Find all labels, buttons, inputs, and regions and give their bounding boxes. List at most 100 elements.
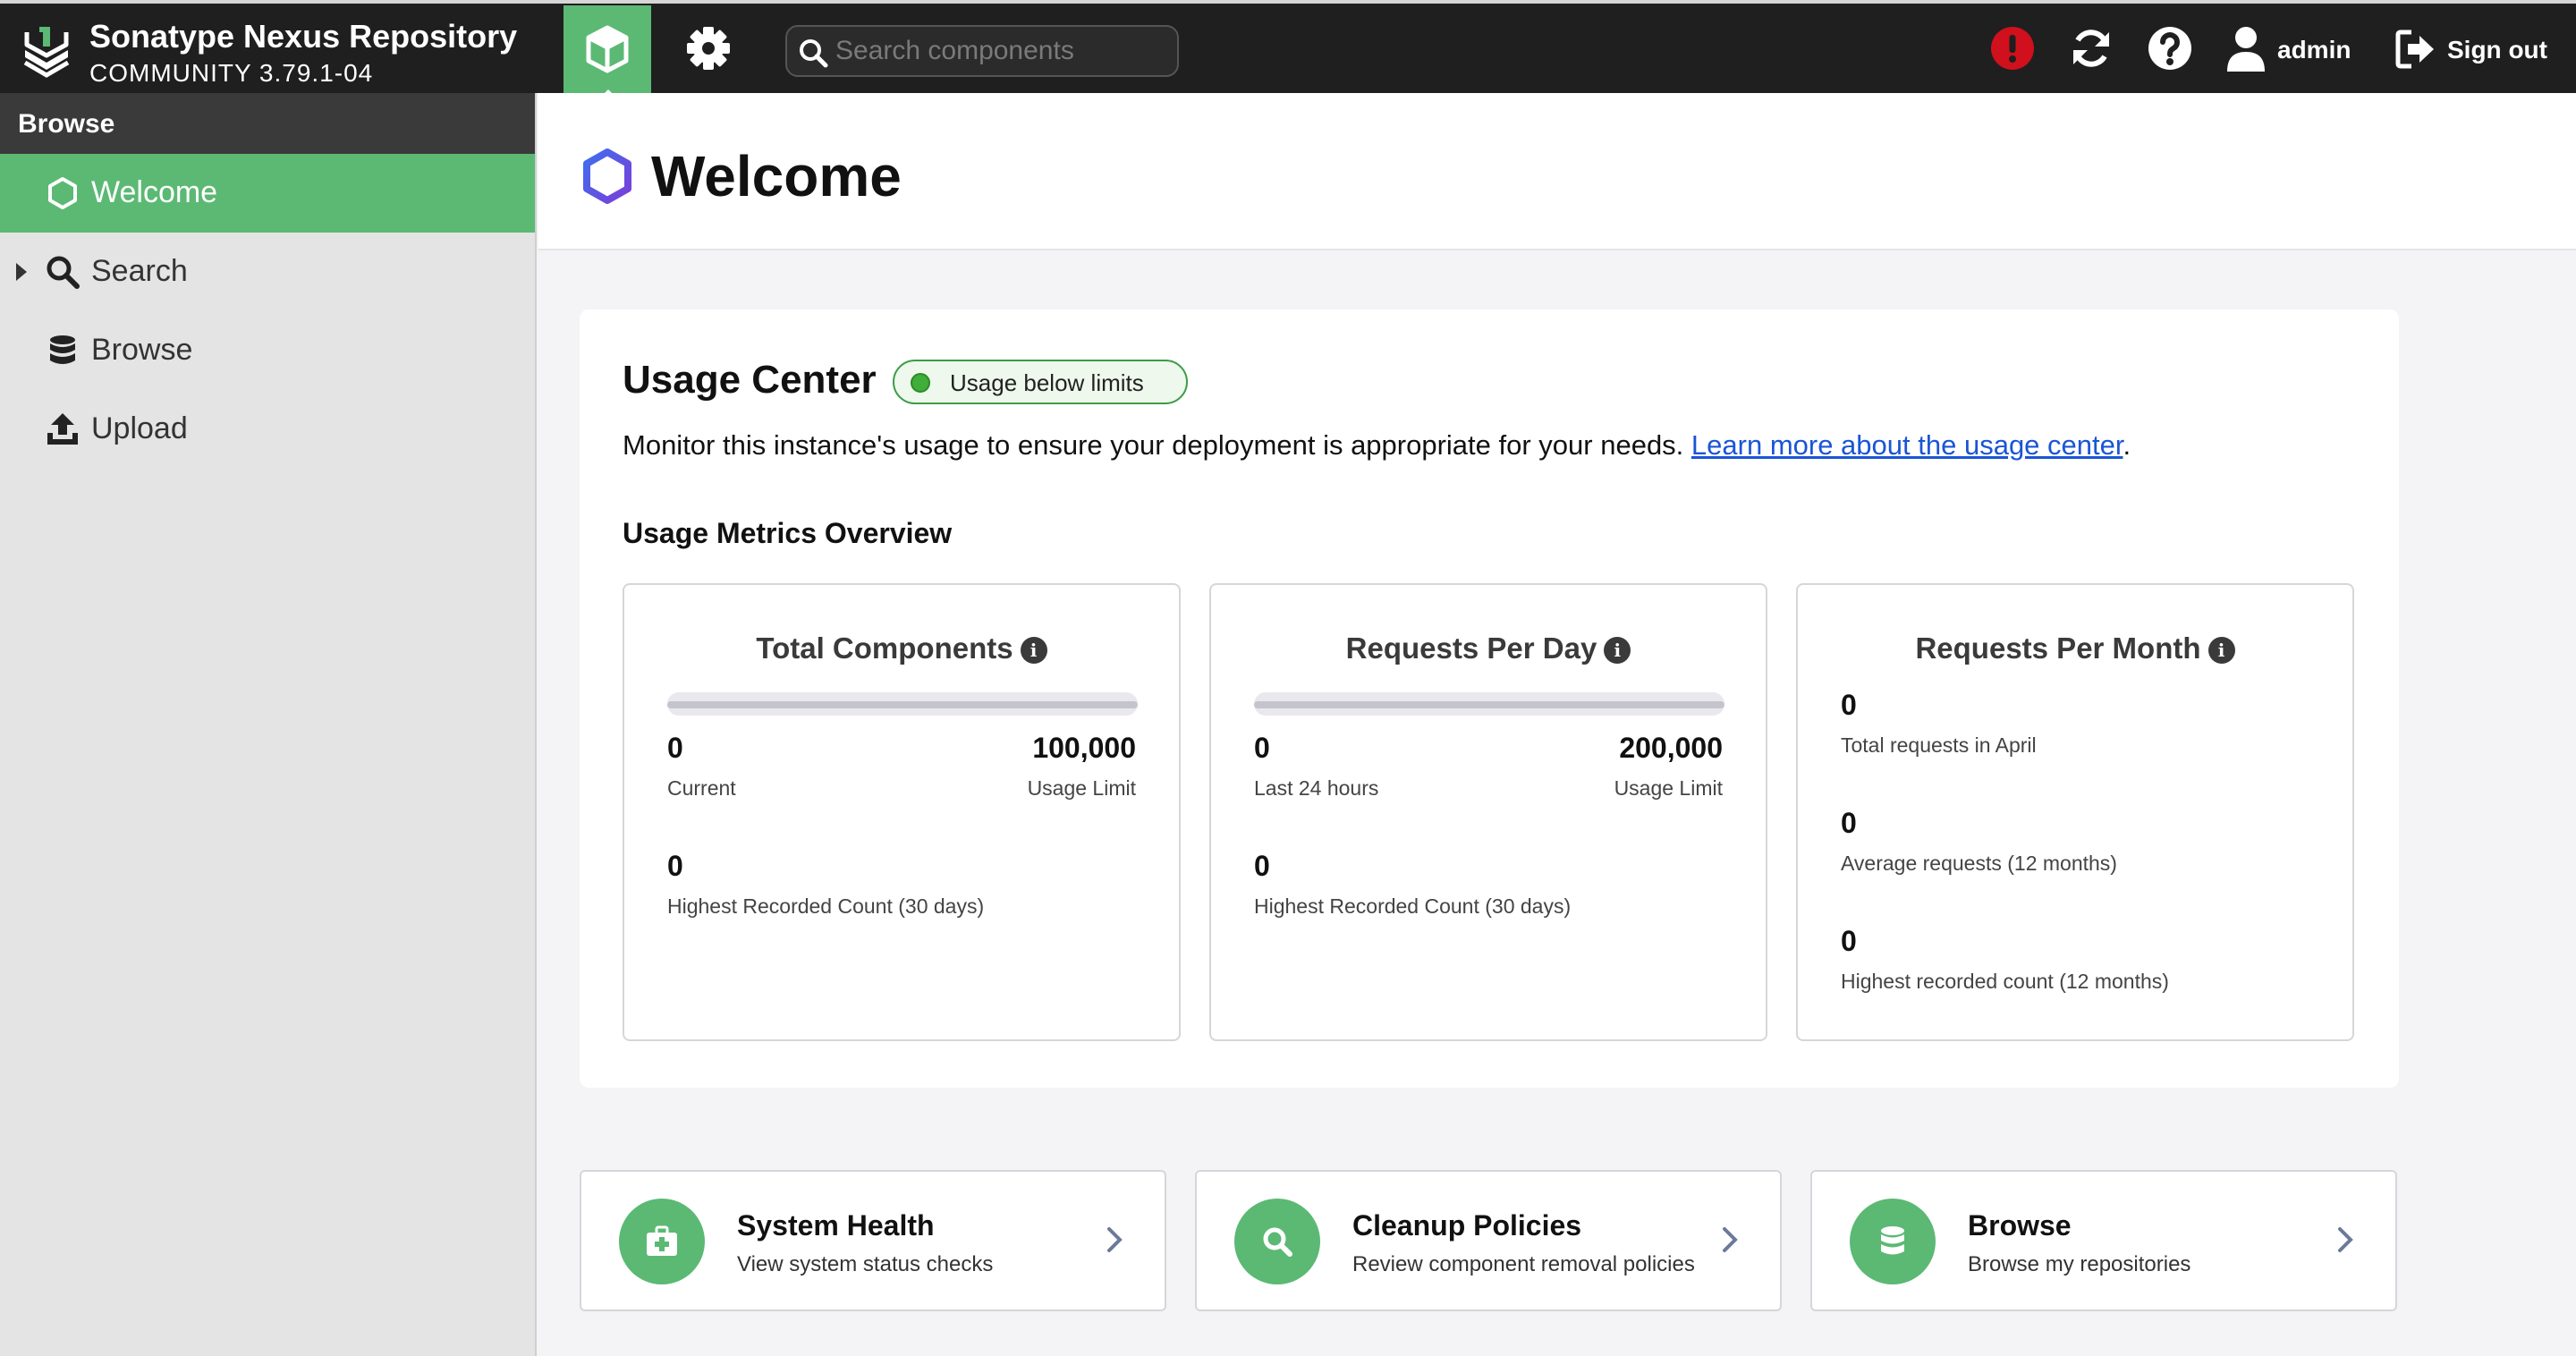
metric-title-text: Requests Per Day — [1345, 631, 1597, 665]
cube-icon — [586, 25, 629, 73]
limit-value: 200,000 — [1619, 732, 1723, 764]
shortcut-subtitle: Browse my repositories — [1968, 1252, 2191, 1276]
limit-value: 100,000 — [1032, 732, 1136, 764]
usage-progress-bar — [1254, 692, 1724, 716]
info-icon[interactable]: i — [1020, 637, 1047, 664]
current-value: 0 — [667, 732, 683, 764]
search-input[interactable] — [835, 34, 1166, 68]
main-content: Welcome Usage Center Usage below limits … — [538, 93, 2576, 1356]
app-version: COMMUNITY 3.79.1-04 — [89, 59, 374, 87]
sidebar-item-label: Welcome — [91, 175, 218, 209]
usage-progress-bar — [667, 692, 1138, 716]
highest-value: 0 — [1254, 850, 1270, 882]
average-requests-label: Average requests (12 months) — [1841, 852, 2117, 875]
page-header: Welcome — [538, 93, 2576, 250]
app-name: Sonatype Nexus Repository — [89, 18, 518, 55]
chevron-right-icon — [2338, 1227, 2353, 1252]
brand[interactable]: Sonatype Nexus Repository COMMUNITY 3.79… — [20, 16, 538, 88]
sidebar-item-upload[interactable]: Upload — [0, 390, 535, 469]
sign-out-icon — [2395, 30, 2434, 69]
hexagon-icon — [48, 177, 77, 209]
sidebar-item-label: Browse — [91, 333, 193, 367]
sidebar-item-search[interactable]: Search — [0, 233, 535, 311]
expand-arrow-icon[interactable] — [16, 263, 27, 281]
shortcut-icon-circle — [619, 1199, 705, 1284]
shortcut-browse[interactable]: Browse Browse my repositories — [1810, 1170, 2397, 1311]
nexus-logo-icon — [23, 27, 70, 78]
search-icon — [47, 256, 80, 289]
shortcut-icon-circle — [1850, 1199, 1936, 1284]
help-icon[interactable] — [2147, 25, 2193, 72]
shortcut-title: System Health — [737, 1209, 935, 1242]
current-label: Current — [667, 776, 736, 800]
sidebar-item-welcome[interactable]: Welcome — [0, 154, 535, 233]
progress-track — [1254, 701, 1724, 708]
status-dot-icon — [911, 373, 930, 393]
shortcut-title: Browse — [1968, 1209, 2072, 1242]
chevron-right-icon — [1723, 1227, 1738, 1252]
sidebar-header: Browse — [0, 93, 535, 154]
current-label: Last 24 hours — [1254, 776, 1379, 800]
shortcut-cleanup-policies[interactable]: Cleanup Policies Review component remova… — [1195, 1170, 1782, 1311]
highest-label: Highest Recorded Count (30 days) — [1254, 894, 1572, 918]
highest-monthly-label: Highest recorded count (12 months) — [1841, 970, 2169, 993]
hexagon-icon — [583, 148, 631, 204]
sign-out-label: Sign out — [2447, 36, 2547, 64]
monthly-total-value: 0 — [1841, 689, 1857, 721]
metric-title: Requests Per Month i — [1798, 631, 2352, 665]
description-text: Monitor this instance's usage to ensure … — [623, 429, 1684, 461]
highest-monthly-value: 0 — [1841, 925, 1857, 957]
usage-center-description: Monitor this instance's usage to ensure … — [623, 429, 2131, 462]
first-aid-kit-icon — [647, 1225, 677, 1256]
shortcut-title: Cleanup Policies — [1352, 1209, 1582, 1242]
sidebar-item-browse[interactable]: Browse — [0, 311, 535, 390]
info-icon[interactable]: i — [1604, 637, 1631, 664]
metric-title: Requests Per Day i — [1211, 631, 1766, 665]
page-title: Welcome — [651, 144, 902, 208]
shortcut-system-health[interactable]: System Health View system status checks — [580, 1170, 1166, 1311]
metric-card-requests-per-month: Requests Per Month i 0 Total requests in … — [1796, 583, 2354, 1041]
sign-out-button[interactable]: Sign out — [2395, 25, 2556, 75]
metric-title-text: Requests Per Month — [1915, 631, 2201, 665]
info-icon[interactable]: i — [2207, 637, 2235, 664]
sidebar-item-label: Upload — [91, 411, 188, 445]
upload-icon — [47, 413, 78, 445]
learn-more-link[interactable]: Learn more about the usage center — [1691, 429, 2123, 461]
database-icon — [1881, 1226, 1904, 1255]
limit-label: Usage Limit — [1027, 776, 1136, 800]
sidebar-item-label: Search — [91, 254, 188, 288]
average-requests-value: 0 — [1841, 807, 1857, 839]
database-icon — [50, 335, 75, 364]
limit-label: Usage Limit — [1614, 776, 1723, 800]
alert-icon[interactable] — [1989, 25, 2036, 72]
usage-center-card: Usage Center Usage below limits Monitor … — [580, 309, 2399, 1088]
description-suffix: . — [2123, 429, 2131, 461]
metrics-heading: Usage Metrics Overview — [623, 517, 953, 549]
metric-title: Total Components i — [624, 631, 1179, 665]
gear-icon[interactable] — [682, 21, 735, 75]
highest-label: Highest Recorded Count (30 days) — [667, 894, 985, 918]
metric-card-total-components: Total Components i 0 100,000 Current Usag… — [623, 583, 1181, 1041]
refresh-icon[interactable] — [2068, 25, 2114, 72]
search-icon — [1263, 1227, 1292, 1257]
search-components-field[interactable] — [785, 25, 1179, 77]
metric-title-text: Total Components — [756, 631, 1013, 665]
browse-mode-button[interactable] — [564, 5, 651, 98]
monthly-total-label: Total requests in April — [1841, 733, 2037, 757]
shortcut-icon-circle — [1234, 1199, 1320, 1284]
usage-center-title: Usage Center — [623, 358, 877, 402]
username-label: admin — [2277, 36, 2351, 64]
current-value: 0 — [1254, 732, 1270, 764]
progress-track — [667, 701, 1138, 708]
status-badge: Usage below limits — [893, 360, 1188, 404]
metric-card-requests-per-day: Requests Per Day i 0 200,000 Last 24 hour… — [1209, 583, 1767, 1041]
shortcut-subtitle: Review component removal policies — [1352, 1252, 1695, 1276]
highest-value: 0 — [667, 850, 683, 882]
user-icon — [2227, 27, 2265, 72]
shortcut-subtitle: View system status checks — [737, 1252, 994, 1276]
status-badge-label: Usage below limits — [950, 369, 1144, 396]
chevron-right-icon — [1107, 1227, 1123, 1252]
search-icon — [800, 39, 828, 68]
top-bar: Sonatype Nexus Repository COMMUNITY 3.79… — [0, 0, 2576, 98]
sidebar: Browse Welcome Search Browse Upload — [0, 93, 537, 1356]
